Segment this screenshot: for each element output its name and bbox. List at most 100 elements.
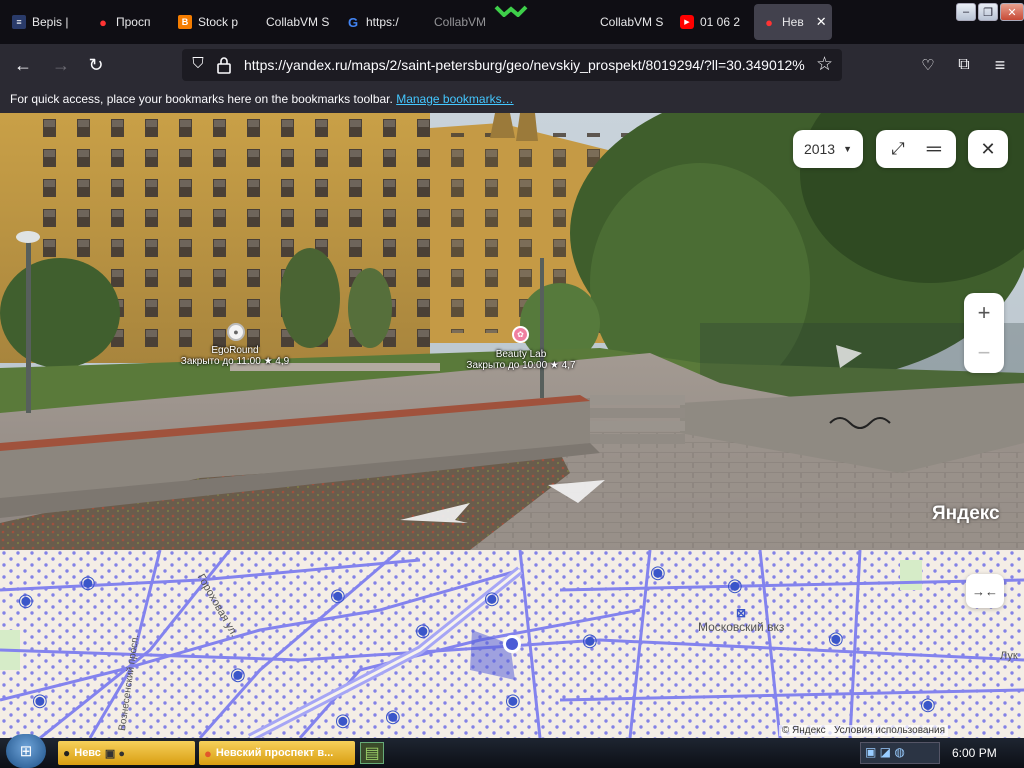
shield-icon[interactable]: ⛉ [188,55,208,75]
tab-label: CollabVM S [266,15,330,29]
url-text[interactable]: https://yandex.ru/maps/2/saint-petersbur… [244,57,809,73]
poi-marker-icon[interactable]: ● [227,323,245,341]
zoom-out-button[interactable]: − [978,340,991,366]
menu-icon[interactable]: ≡ [987,52,1013,78]
street-view-panorama[interactable]: ● EgoRound Закрыто до 11:00 ★ 4,9 ✿ Beau… [0,113,1024,550]
map-pin-icon: ● [765,14,773,30]
system-tray: ▣ ◪ ◍ [860,742,940,764]
url-bar[interactable]: ⛉ https://yandex.ru/maps/2/saint-petersb… [182,49,842,81]
map-pin-icon[interactable]: ◉ [828,628,844,649]
taskbar-label: Невский проспект в... [215,747,334,759]
poi-status: Закрыто до 11:00 [180,356,261,367]
tab-label: Нев [782,15,804,29]
firefox-icon: ● [204,745,212,761]
tab-strip: ≡ Bepis | ● Просп B Stock p CollabVM S G… [0,0,1024,44]
poi-egoround[interactable]: EgoRound Закрыто до 11:00 ★ 4,9 [170,345,300,367]
map-edge-label: Лук [1000,650,1018,662]
tab-collabvm-3[interactable]: CollabVM S [586,4,666,40]
lock-icon[interactable] [216,56,232,74]
zoom-in-button[interactable]: + [978,300,991,326]
map-pin-icon[interactable]: ◉ [484,588,500,609]
metro-station-icon[interactable]: ⊠ [736,606,746,620]
app-icon: ● [63,746,71,760]
map-pin-icon[interactable]: ◉ [505,690,521,711]
tab-nevsky-active[interactable]: ● Нев ✕ [754,4,832,40]
map-pin-icon[interactable]: ◉ [18,590,34,611]
youtube-icon: ▶ [680,15,694,29]
taskbar-button-2[interactable]: ● Невский проспект в... [199,741,355,765]
poi-status: Закрыто до 10:00 [466,360,548,371]
tab-label: Просп [116,15,151,29]
extensions-icon[interactable]: ⧉ [951,52,977,78]
copyright-text: © Яндекс [781,725,826,736]
map-pin-icon[interactable]: ◉ [335,710,351,731]
tab-google[interactable]: G https:/ [338,4,414,40]
tab-label: Stock p [198,15,239,29]
mini-map[interactable]: ◉ ◉ ◉ ◉ ◉ ◉ ◉ ◉ ◉ ◉ ◉ ◉ ◉ ◉ ◉ ⊠ Горохова… [0,550,1024,738]
map-pin-icon[interactable]: ◉ [80,572,96,593]
poi-beauty-lab[interactable]: Beauty Lab Закрыто до 10:00 ★ 4,7 [458,349,584,371]
blogger-icon: B [178,15,192,29]
tab-stock[interactable]: B Stock p [170,4,246,40]
tab-label: Bepis | [32,15,69,29]
map-pin-icon[interactable]: ◉ [582,630,598,651]
tab-prospekt[interactable]: ● Просп [88,4,164,40]
collapse-arrows-icon: →← [972,583,998,599]
manage-bookmarks-link[interactable]: Manage bookmarks… [396,92,513,106]
site-icon: ≡ [12,15,26,29]
map-pin-icon[interactable]: ◉ [330,585,346,606]
panorama-tools: ⤢ ═ [876,130,956,168]
map-pin-icon[interactable]: ◉ [650,562,666,583]
collabvm-badge-icon [494,4,528,18]
expand-external-icon[interactable]: ⤢ [891,139,905,159]
terms-link[interactable]: Условия использования [834,725,945,736]
app-window-icon[interactable]: ▤ [360,742,384,764]
tray-icons[interactable]: ▣ ◪ ◍ [861,745,905,759]
map-pin-icon: ● [99,14,107,30]
map-pin-icon[interactable]: ◉ [385,706,401,727]
map-pin-icon[interactable]: ◉ [920,694,936,715]
google-icon: G [347,14,359,30]
reload-icon[interactable]: ↻ [83,52,109,78]
map-footer: © Яндекс Условия использования [778,725,948,736]
poi-name: Beauty Lab [495,349,547,360]
tab-bepis[interactable]: ≡ Bepis | [4,4,74,40]
window-close-button[interactable]: ✕ [1000,3,1024,21]
tab-collabvm-2[interactable]: CollabVM [420,4,498,40]
close-panorama-button[interactable]: ✕ [968,130,1008,168]
map-pin-icon[interactable]: ◉ [415,620,431,641]
zoom-control: + − [964,293,1004,373]
poi-rating: ★ 4,7 [549,360,576,371]
close-tab-icon[interactable]: ✕ [816,14,827,30]
poi-name: EgoRound [211,345,259,356]
pocket-icon[interactable]: ♡ [915,52,941,78]
layers-toggle-icon[interactable]: ═ [927,138,941,161]
tab-label: CollabVM [434,15,487,29]
map-pin-icon[interactable]: ◉ [32,690,48,711]
map-pin-icon[interactable]: ◉ [230,664,246,685]
map-pin-icon[interactable]: ◉ [727,575,743,596]
poi-rating: ★ 4,9 [263,356,290,367]
chevron-down-icon: ▼ [843,144,853,154]
windows-taskbar: ⊞ ● Невс ▣ ● ● Невский проспект в... ▤ ▣… [0,734,1024,768]
restore-button[interactable]: ❐ [978,3,998,21]
tab-youtube[interactable]: ▶ 01 06 2 [672,4,748,40]
start-button[interactable]: ⊞ [6,734,46,768]
tab-collabvm-1[interactable]: CollabVM S [252,4,332,40]
forward-arrow-icon[interactable]: → [48,52,74,78]
taskbar-label: Невс [74,747,101,759]
poi-marker-icon[interactable]: ✿ [512,326,529,343]
clock: 6:00 PM [952,746,997,760]
yandex-watermark: Яндекс [932,503,1000,524]
back-arrow-icon[interactable]: ← [10,52,36,78]
collapse-map-button[interactable]: →← [966,574,1004,608]
minimize-button[interactable]: – [956,3,976,21]
bookmark-star-icon[interactable]: ☆ [816,53,833,76]
year-value: 2013 [803,141,836,157]
bookmarks-hint: For quick access, place your bookmarks h… [10,92,393,106]
bookmarks-toolbar: For quick access, place your bookmarks h… [0,86,1024,113]
media-icon: ▣ ● [104,747,126,760]
taskbar-button-1[interactable]: ● Невс ▣ ● [58,741,195,765]
year-selector[interactable]: 2013 ▼ [793,130,863,168]
close-icon: ✕ [980,138,996,159]
